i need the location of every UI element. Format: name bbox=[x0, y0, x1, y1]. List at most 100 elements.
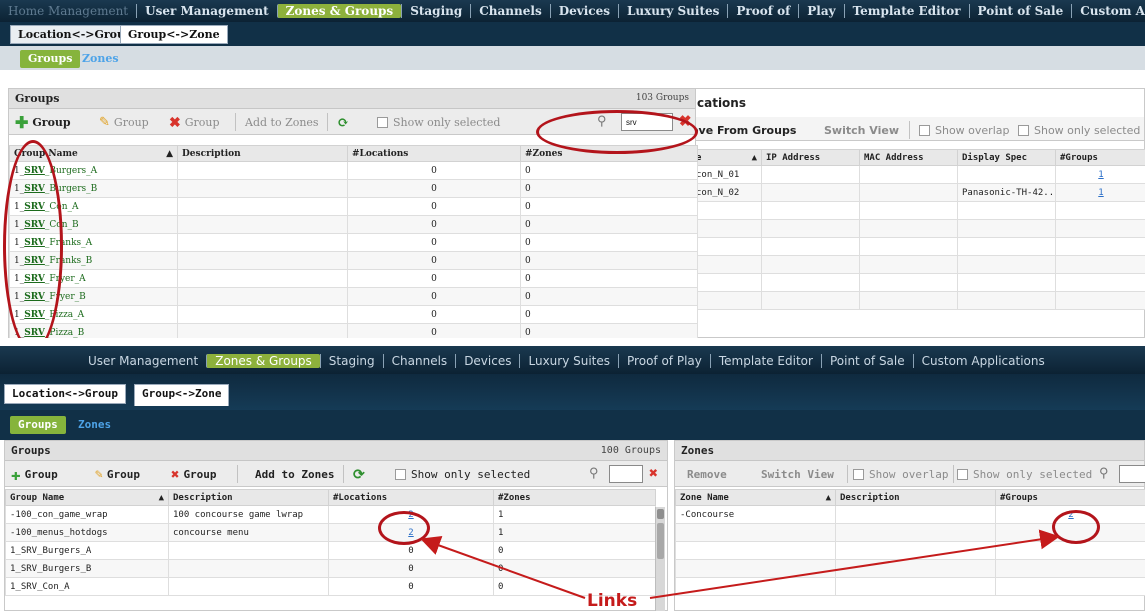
table-row[interactable]: con_N_02 Panasonic-TH-42... 1 bbox=[691, 183, 1145, 202]
subtab-zones[interactable]: Zones bbox=[70, 416, 119, 434]
show-overlap-toggle[interactable]: Show overlap bbox=[853, 466, 948, 483]
groups-table: Group Name ▲ Description #Locations #Zones -… bbox=[5, 489, 656, 596]
nav-item[interactable]: Devices bbox=[549, 4, 618, 18]
remove-from-groups-button[interactable]: ove From Groups bbox=[691, 122, 796, 139]
column-header[interactable]: Description bbox=[168, 489, 329, 506]
table-row[interactable]: 1_SRV_Burgers_A 0 0 bbox=[9, 161, 698, 180]
table-row[interactable]: 1_SRV_Con_B 0 0 bbox=[9, 215, 698, 234]
table-row[interactable] bbox=[691, 291, 1145, 310]
table-row[interactable]: 1_SRV_Con_A 0 0 bbox=[9, 197, 698, 216]
remove-button[interactable]: Remove bbox=[687, 466, 727, 483]
nav-item[interactable]: Play bbox=[798, 4, 843, 18]
scroll-thumb[interactable] bbox=[657, 509, 664, 519]
show-only-selected-toggle[interactable]: Show only selected bbox=[395, 466, 530, 483]
table-row[interactable] bbox=[691, 201, 1145, 220]
nav-item[interactable]: Template Editor bbox=[843, 4, 969, 18]
edit-group-button[interactable]: ✎ Group bbox=[95, 466, 140, 483]
tab-location-group[interactable]: Location<->Group bbox=[4, 384, 126, 404]
table-row[interactable]: 1_SRV_Franks_A 0 0 bbox=[9, 233, 698, 252]
nav-item[interactable]: Proof of Play bbox=[618, 354, 710, 368]
nav-home-management[interactable]: Home Management bbox=[0, 4, 136, 18]
table-row[interactable]: 1_SRV_Fryer_B 0 0 bbox=[9, 287, 698, 306]
show-only-selected-toggle[interactable]: Show only selected bbox=[377, 114, 500, 131]
nav-item[interactable]: Custom Applications bbox=[912, 354, 1053, 368]
delete-group-button[interactable]: ✖ Group bbox=[169, 114, 220, 131]
nav-item[interactable]: Channels bbox=[382, 354, 456, 368]
table-row[interactable] bbox=[675, 541, 1145, 560]
table-row[interactable]: 1_SRV_Burgers_A 0 0 bbox=[5, 541, 656, 560]
subtab-groups[interactable]: Groups bbox=[10, 416, 66, 434]
column-header[interactable]: e ▲ bbox=[691, 149, 762, 166]
locations-count-cell: 0 bbox=[347, 287, 521, 306]
column-header[interactable]: Description bbox=[835, 489, 996, 506]
delete-group-button[interactable]: ✖ Group bbox=[171, 466, 217, 483]
table-row[interactable] bbox=[675, 559, 1145, 578]
add-to-zones-button[interactable]: Add to Zones bbox=[245, 114, 319, 131]
add-group-button[interactable]: ✚ Group bbox=[15, 114, 71, 131]
tab-group-zone[interactable]: Group<->Zone bbox=[120, 25, 228, 44]
nav-item[interactable]: Template Editor bbox=[709, 354, 821, 368]
scroll-thumb[interactable] bbox=[657, 523, 664, 559]
table-row[interactable] bbox=[691, 273, 1145, 292]
scrollbar[interactable] bbox=[655, 507, 665, 611]
nav-item[interactable]: User Management bbox=[80, 354, 206, 368]
subtab-zones[interactable]: Zones bbox=[74, 50, 127, 68]
column-header[interactable]: Display Spec bbox=[957, 149, 1056, 166]
column-header[interactable]: #Locations bbox=[347, 145, 521, 162]
edit-group-button[interactable]: ✎ Group bbox=[99, 114, 149, 131]
nav-item[interactable]: Devices bbox=[455, 354, 519, 368]
table-row[interactable]: -100_con_game_wrap 100 concourse game lwr… bbox=[5, 505, 656, 524]
column-header[interactable]: Zone Name ▲ bbox=[675, 489, 836, 506]
groups-link[interactable]: 1 bbox=[1098, 170, 1103, 180]
nav-item[interactable]: Staging bbox=[319, 354, 383, 368]
add-group-button[interactable]: ✚ Group bbox=[11, 466, 58, 483]
table-row[interactable]: con_N_01 1 bbox=[691, 165, 1145, 184]
switch-view-button[interactable]: Switch View bbox=[761, 466, 834, 483]
table-row[interactable]: -100_menus_hotdogs concourse menu 2 1 bbox=[5, 523, 656, 542]
show-only-selected-toggle[interactable]: Show only selected bbox=[957, 466, 1092, 483]
nav-item[interactable]: Proof of bbox=[727, 4, 798, 18]
table-row[interactable]: 1_SRV_Franks_B 0 0 bbox=[9, 251, 698, 270]
table-row[interactable] bbox=[691, 237, 1145, 256]
table-row[interactable] bbox=[691, 255, 1145, 274]
table-row[interactable] bbox=[675, 577, 1145, 596]
refresh-button[interactable]: ⟳ bbox=[337, 114, 349, 131]
nav-item[interactable]: Luxury Suites bbox=[617, 4, 727, 18]
nav-item[interactable]: Luxury Suites bbox=[519, 354, 618, 368]
column-header[interactable]: Description bbox=[177, 145, 348, 162]
search-input[interactable] bbox=[1119, 465, 1145, 483]
switch-view-button[interactable]: Switch View bbox=[824, 122, 899, 139]
column-header[interactable]: #Groups bbox=[995, 489, 1145, 506]
nav-item[interactable]: Staging bbox=[401, 4, 470, 18]
refresh-button[interactable]: ⟳ bbox=[353, 466, 365, 483]
column-header[interactable]: MAC Address bbox=[859, 149, 958, 166]
nav-item[interactable]: Zones & Groups bbox=[276, 4, 402, 18]
nav-item[interactable]: Zones & Groups bbox=[206, 354, 320, 368]
table-row[interactable]: 1_SRV_Fryer_A 0 0 bbox=[9, 269, 698, 288]
column-header[interactable]: IP Address bbox=[761, 149, 860, 166]
tab-group-zone[interactable]: Group<->Zone bbox=[134, 384, 230, 406]
table-row[interactable]: 1_SRV_Burgers_B 0 0 bbox=[9, 179, 698, 198]
column-header[interactable]: #Locations bbox=[328, 489, 494, 506]
nav-item[interactable]: Custom Applications bbox=[1071, 4, 1145, 18]
nav-item[interactable]: User Management bbox=[136, 4, 277, 18]
zone-name-cell bbox=[675, 541, 836, 560]
subtab-groups[interactable]: Groups bbox=[20, 50, 81, 68]
nav-item[interactable]: Point of Sale bbox=[968, 4, 1072, 18]
clear-search-icon[interactable]: ✖ bbox=[649, 464, 658, 482]
search-input[interactable] bbox=[609, 465, 643, 483]
table-row[interactable] bbox=[691, 219, 1145, 238]
nav-item[interactable]: Point of Sale bbox=[820, 354, 913, 368]
table-row[interactable]: 1_SRV_Con_A 0 0 bbox=[5, 577, 656, 596]
column-header[interactable]: Group Name ▲ bbox=[5, 489, 169, 506]
table-row[interactable]: 1_SRV_Pizza_B 0 0 bbox=[9, 323, 698, 338]
column-header[interactable]: #Groups bbox=[1055, 149, 1145, 166]
table-row[interactable]: 1_SRV_Burgers_B 0 0 bbox=[5, 559, 656, 578]
nav-item[interactable]: Channels bbox=[470, 4, 549, 18]
column-header[interactable]: #Zones bbox=[493, 489, 656, 506]
groups-link[interactable]: 1 bbox=[1098, 188, 1103, 198]
show-overlap-toggle[interactable]: Show overlap bbox=[919, 122, 1010, 139]
add-to-zones-button[interactable]: Add to Zones bbox=[255, 466, 334, 483]
show-only-selected-toggle[interactable]: Show only selected bbox=[1018, 122, 1140, 139]
table-row[interactable]: 1_SRV_Pizza_A 0 0 bbox=[9, 305, 698, 324]
